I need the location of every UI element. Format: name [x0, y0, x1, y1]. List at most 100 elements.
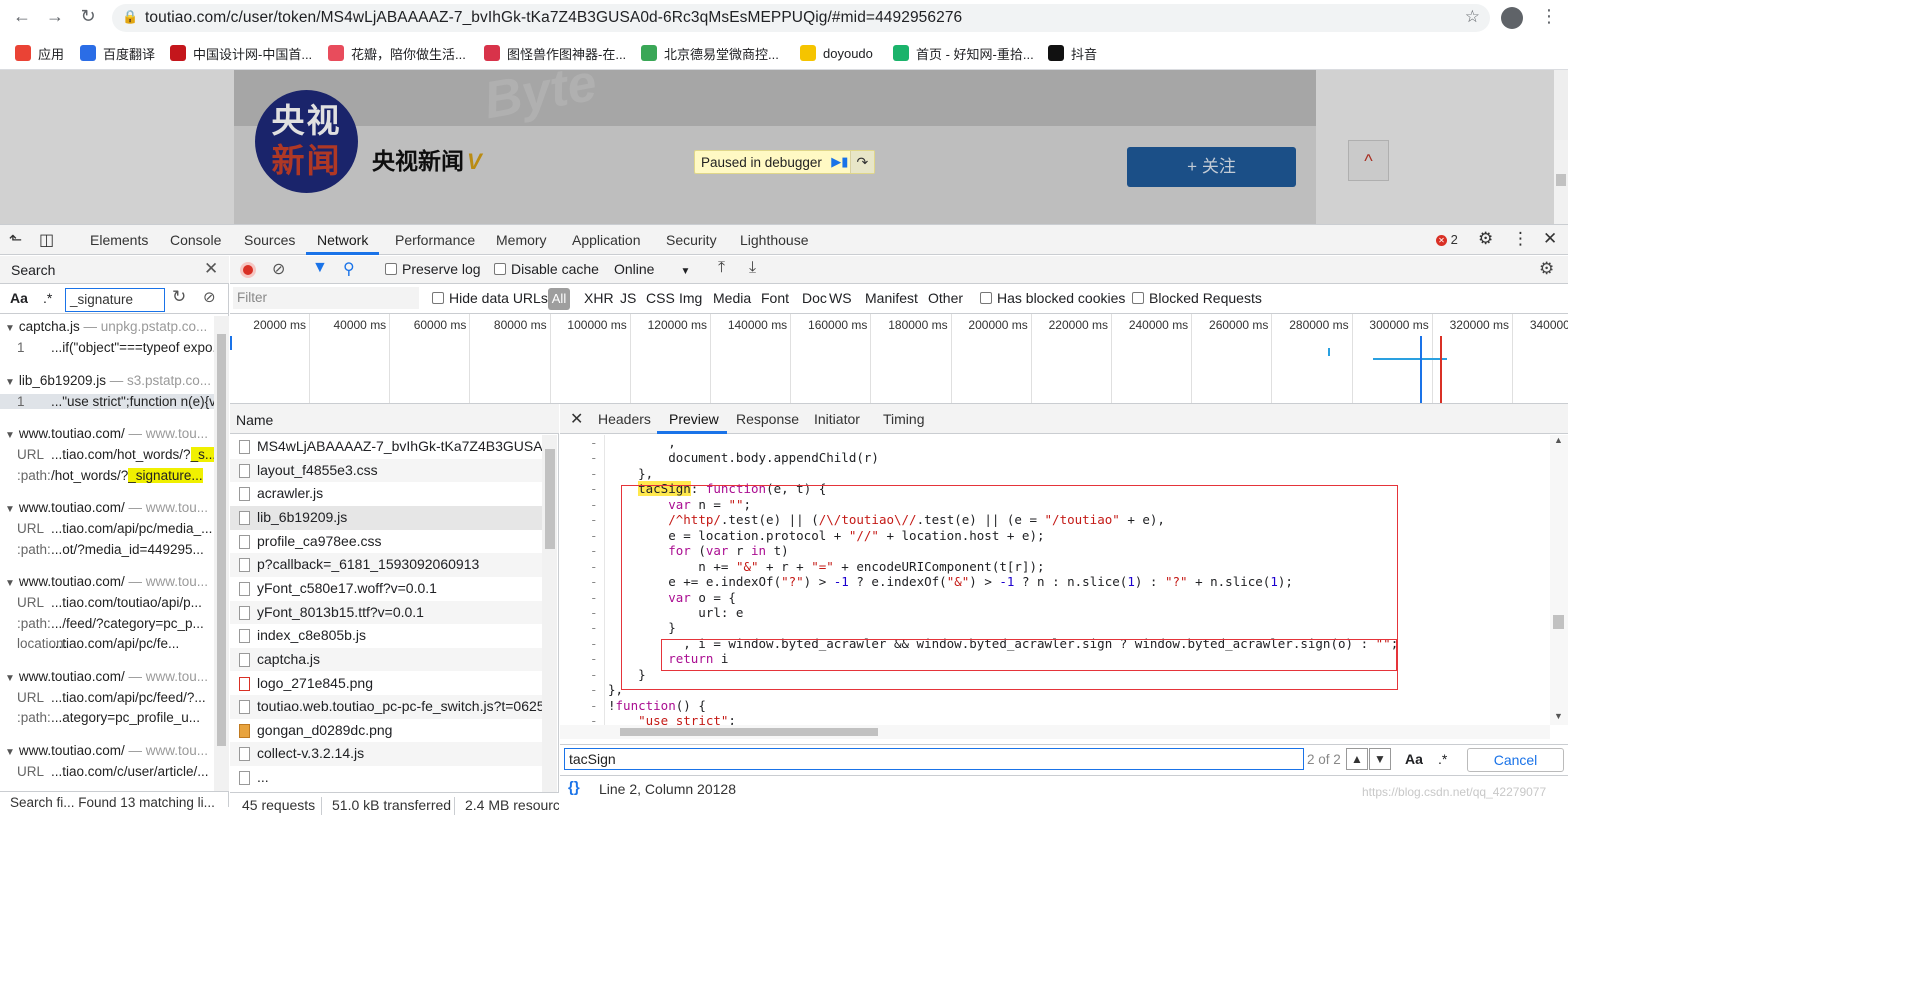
bookmark-star-icon[interactable]: ☆ [1465, 7, 1480, 27]
tab-security[interactable]: Security [666, 232, 717, 248]
search-result-line[interactable]: :path:...ategory=pc_profile_u... [17, 710, 214, 725]
close-search-icon[interactable]: ✕ [204, 259, 218, 279]
back-arrow-icon[interactable]: ← [10, 6, 34, 27]
preserve-log-checkbox[interactable]: Preserve log [385, 261, 481, 277]
fold-gutter-marker[interactable]: - [590, 450, 600, 465]
tab-network[interactable]: Network [317, 232, 368, 248]
fold-gutter-marker[interactable]: - [590, 543, 600, 558]
code-line[interactable]: - "use strict"; [560, 713, 1550, 725]
filter-all-button[interactable]: All [548, 288, 570, 310]
fold-gutter-marker[interactable]: - [590, 620, 600, 635]
expand-triangle-icon[interactable]: ▼ [5, 377, 15, 388]
request-row[interactable]: p?callback=_6181_1593092060913 [230, 553, 542, 577]
search-result-file[interactable]: ▼ www.toutiao.com/ — www.tou... [5, 500, 208, 515]
search-scrollbar[interactable] [214, 316, 229, 792]
find-match-case-toggle[interactable]: Aa [1405, 751, 1423, 767]
forward-arrow-icon[interactable]: → [43, 6, 67, 27]
search-result-line[interactable]: 1 ..."use strict";function n(e){v... [0, 393, 214, 409]
request-row[interactable]: index_c8e805b.js [230, 624, 542, 648]
tab-elements[interactable]: Elements [90, 232, 148, 248]
fold-gutter-marker[interactable]: - [590, 636, 600, 651]
code-horizontal-scrollbar[interactable] [560, 725, 1550, 739]
fold-gutter-marker[interactable]: - [590, 497, 600, 512]
search-icon[interactable]: ⚲ [343, 259, 355, 279]
bookmark-8[interactable]: 抖音 [1048, 43, 1097, 63]
import-har-icon[interactable]: ⤒ [718, 259, 725, 277]
name-column-header[interactable]: Name [230, 404, 559, 434]
detail-tab-headers[interactable]: Headers [598, 411, 651, 427]
search-result-line[interactable]: URL ...tiao.com/toutiao/api/p... [17, 595, 214, 610]
search-result-file[interactable]: ▼ www.toutiao.com/ — www.tou... [5, 426, 208, 441]
scroll-up-icon[interactable]: ▲ [1554, 435, 1563, 445]
blocked-cookies-checkbox[interactable]: Has blocked cookies [980, 290, 1125, 306]
scroll-down-icon[interactable]: ▼ [1554, 711, 1563, 721]
code-line[interactable]: - document.body.appendChild(r) [560, 450, 1550, 466]
detail-tab-timing[interactable]: Timing [883, 411, 925, 427]
filter-type-media[interactable]: Media [713, 290, 751, 306]
find-previous-button[interactable]: ▲ [1346, 748, 1368, 770]
bookmark-6[interactable]: doyoudo [800, 43, 873, 63]
account-avatar[interactable] [1501, 7, 1523, 29]
search-result-file[interactable]: ▼ www.toutiao.com/ — www.tou... [5, 743, 208, 758]
device-toolbar-icon[interactable]: ◫ [39, 230, 54, 250]
fold-gutter-marker[interactable]: - [590, 528, 600, 543]
bookmark-3[interactable]: 花瓣，陪你做生活... [328, 43, 466, 63]
bookmark-5[interactable]: 北京德易堂微商控... [641, 43, 779, 63]
filter-type-other[interactable]: Other [928, 290, 963, 306]
code-vertical-scrollbar[interactable]: ▲ ▼ [1550, 435, 1568, 725]
search-result-line[interactable]: URL ...tiao.com/api/pc/feed/?... [17, 690, 214, 705]
detail-tab-preview[interactable]: Preview [669, 411, 719, 427]
regex-toggle[interactable]: .* [43, 290, 52, 306]
settings-gear-icon[interactable]: ⚙ [1478, 229, 1493, 249]
fold-gutter-marker[interactable]: - [590, 651, 600, 666]
request-row[interactable]: ... [230, 766, 542, 790]
tab-sources[interactable]: Sources [244, 232, 295, 248]
refresh-search-icon[interactable]: ↻ [172, 287, 186, 307]
search-result-line[interactable]: :path:.../feed/?category=pc_p... [17, 616, 214, 631]
clear-log-icon[interactable]: ⊘ [272, 259, 285, 279]
find-input[interactable]: tacSign [564, 748, 1304, 770]
search-result-file[interactable]: ▼ lib_6b19209.js — s3.pstatp.co... [5, 373, 211, 388]
expand-triangle-icon[interactable]: ▼ [5, 504, 15, 515]
code-line[interactable]: - !function() { [560, 698, 1550, 714]
filter-type-doc[interactable]: Doc [802, 290, 827, 306]
bookmark-7[interactable]: 首页 - 好知网-重拾... [893, 43, 1034, 63]
search-scrollbar-thumb[interactable] [217, 334, 226, 746]
filter-type-img[interactable]: Img [679, 290, 702, 306]
request-row[interactable]: layout_f4855e3.css [230, 458, 542, 483]
expand-triangle-icon[interactable]: ▼ [5, 747, 15, 758]
filter-type-js[interactable]: JS [620, 290, 636, 306]
request-row[interactable]: yFont_c580e17.woff?v=0.0.1 [230, 577, 542, 601]
throttle-select[interactable]: Online ▼ [614, 261, 690, 277]
request-row[interactable]: MS4wLjABAAAAZ-7_bvIhGk-tKa7Z4B3GUSA0d-..… [230, 435, 542, 459]
network-overview-timeline[interactable]: 20000 ms 40000 ms 60000 ms 80000 ms 100000 m… [230, 314, 1568, 404]
search-result-line[interactable]: :path:...ot/?media_id=449295... [17, 542, 214, 557]
search-result-line[interactable]: :path:/hot_words/?_signature... [17, 467, 214, 483]
fold-gutter-marker[interactable]: - [590, 698, 600, 713]
fold-gutter-marker[interactable]: - [590, 667, 600, 682]
search-result-file[interactable]: ▼ www.toutiao.com/ — www.tou... [5, 574, 208, 589]
bookmark-4[interactable]: 图怪兽作图神器-在... [484, 43, 626, 63]
pretty-print-icon[interactable]: {} [568, 779, 580, 796]
detail-tab-initiator[interactable]: Initiator [814, 411, 860, 427]
page-scrollbar-thumb[interactable] [1556, 174, 1566, 186]
export-har-icon[interactable]: ⤓ [749, 259, 756, 277]
fold-gutter-marker[interactable]: - [590, 435, 600, 450]
clear-search-icon[interactable]: ⊘ [203, 288, 216, 306]
filter-type-font[interactable]: Font [761, 290, 789, 306]
detail-tab-response[interactable]: Response [736, 411, 799, 427]
code-vertical-scrollbar-thumb[interactable] [1553, 615, 1564, 629]
request-row[interactable]: gongan_d0289dc.png [230, 719, 542, 743]
request-row[interactable]: captcha.js [230, 647, 542, 672]
search-result-file[interactable]: ▼ captcha.js — unpkg.pstatp.co... [5, 319, 207, 334]
tab-application[interactable]: Application [572, 232, 641, 248]
expand-triangle-icon[interactable]: ▼ [5, 673, 15, 684]
request-row[interactable]: profile_ca978ee.css [230, 530, 542, 554]
fold-gutter-marker[interactable]: - [590, 605, 600, 620]
fold-gutter-marker[interactable]: - [590, 481, 600, 496]
request-row[interactable]: yFont_8013b15.ttf?v=0.0.1 [230, 600, 542, 625]
request-row[interactable]: logo_271e845.png [230, 672, 542, 696]
fold-gutter-marker[interactable]: - [590, 559, 600, 574]
tab-performance[interactable]: Performance [395, 232, 475, 248]
match-case-toggle[interactable]: Aa [10, 290, 28, 306]
